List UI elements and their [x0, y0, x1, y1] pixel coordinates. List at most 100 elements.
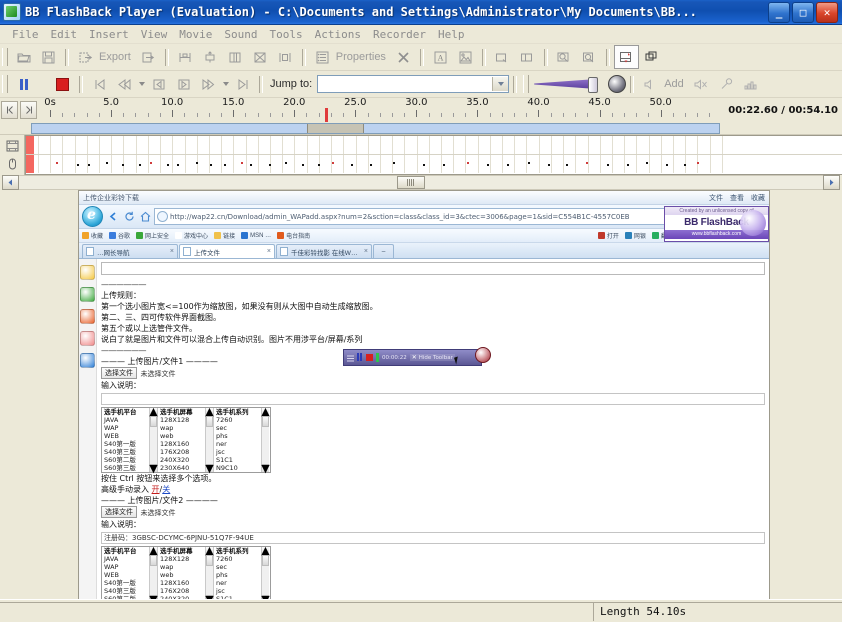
close-tab-icon[interactable]: × — [170, 248, 174, 255]
mouse-event-marker[interactable] — [56, 162, 58, 164]
scroll-down-icon[interactable]: ▼ — [262, 464, 269, 472]
stop-button[interactable] — [50, 72, 75, 96]
mouse-event-marker[interactable] — [139, 164, 141, 166]
chevron-down-icon[interactable] — [492, 77, 508, 91]
mouse-event-marker[interactable] — [697, 162, 699, 164]
scroll-left-button[interactable] — [2, 175, 19, 190]
mouse-event-marker[interactable] — [684, 164, 686, 166]
maximize-button[interactable]: □ — [792, 2, 814, 23]
target-icon[interactable] — [80, 331, 95, 346]
mouse-event-marker[interactable] — [150, 162, 152, 164]
send-button[interactable] — [136, 45, 161, 69]
toolbar-grip[interactable] — [523, 75, 529, 93]
properties-icon[interactable] — [310, 45, 335, 69]
weibo-icon[interactable] — [80, 309, 95, 324]
platform-list-1[interactable]: 选手机平台 JAVA WAP WEB S40第一版 S40第三版 S60第二版 … — [102, 408, 158, 472]
list-scrollbar[interactable]: ▲▼ — [261, 408, 269, 472]
mouse-event-marker[interactable] — [467, 162, 469, 164]
browser-tab[interactable]: …网长导航× — [82, 244, 178, 258]
pause-button[interactable] — [11, 72, 36, 96]
scroll-up-icon[interactable]: ▲ — [262, 408, 269, 416]
export-label[interactable]: Export — [98, 51, 136, 63]
toolbar-grip[interactable] — [2, 75, 8, 93]
toolbar-grip[interactable] — [2, 48, 8, 66]
pause-icon[interactable] — [357, 351, 363, 364]
mouse-event-marker[interactable] — [250, 164, 252, 166]
mouse-event-marker[interactable] — [627, 164, 629, 166]
recorded-screenshot[interactable]: 上传企业彩铃下载 文件 查看 收藏 — [78, 190, 770, 599]
favorite-item[interactable]: MSN … — [241, 232, 271, 239]
address-bar[interactable]: http://wap22.cn/Download/admin_WAPadd.as… — [154, 208, 712, 225]
list-scrollbar[interactable]: ▲▼ — [205, 547, 213, 599]
export-icon[interactable] — [73, 45, 98, 69]
windows-button[interactable] — [639, 45, 664, 69]
zoom-pan-button[interactable] — [552, 45, 577, 69]
clock-icon[interactable] — [80, 287, 95, 302]
series-list-2[interactable]: 选手机系列 7260 sec phs ner jsc S1C1 ▲▼ — [214, 547, 269, 599]
list-scrollbar[interactable]: ▲▼ — [261, 547, 269, 599]
mouse-event-marker[interactable] — [241, 162, 243, 164]
levels-button[interactable] — [739, 72, 764, 96]
scroll-right-button[interactable] — [823, 175, 840, 190]
mouse-event-marker[interactable] — [507, 164, 509, 166]
new-tab-button[interactable]: – — [373, 244, 394, 258]
menu-item-movie[interactable]: Movie — [173, 27, 218, 42]
menu-item-view[interactable]: View — [135, 27, 174, 42]
mouse-event-marker[interactable] — [122, 164, 124, 166]
star-icon[interactable] — [80, 265, 95, 280]
close-tab-icon[interactable]: × — [267, 248, 271, 255]
platform-list-2[interactable]: 选手机平台 JAVA WAP WEB S40第一版 S40第三版 S60第二版 … — [102, 547, 158, 599]
scroll-up-icon[interactable]: ▲ — [206, 547, 213, 555]
series-list-1[interactable]: 选手机系列 7260 sec phs ner jsc S1C1 N9C10 ▲▼ — [214, 408, 269, 472]
next-marker-dropdown-icon[interactable] — [221, 82, 230, 86]
scroll-thumb[interactable] — [262, 555, 269, 566]
mouse-event-marker[interactable] — [586, 162, 588, 164]
menu-item-help[interactable]: Help — [432, 27, 471, 42]
back-button[interactable] — [106, 209, 121, 224]
toolbar-plugin-item[interactable]: 打开 — [598, 231, 619, 240]
mouse-event-marker[interactable] — [88, 164, 90, 166]
mouse-event-marker[interactable] — [566, 164, 568, 166]
favorite-item[interactable]: 电台指南 — [277, 231, 310, 240]
mouse-event-marker[interactable] — [393, 162, 395, 164]
magnify-button[interactable] — [577, 45, 602, 69]
track-lanes[interactable] — [25, 135, 842, 175]
mouse-event-marker[interactable] — [666, 164, 668, 166]
next-marker-button[interactable] — [196, 72, 221, 96]
scroll-thumb[interactable] — [150, 416, 157, 427]
mouse-event-marker[interactable] — [646, 162, 648, 164]
browser-menu-view[interactable]: 查看 — [730, 193, 744, 203]
delete-region-button[interactable] — [248, 45, 273, 69]
timeline-seek-bar[interactable] — [31, 123, 720, 134]
scrollbar-track[interactable] — [19, 175, 823, 190]
favorite-item[interactable]: 网上安全 — [136, 231, 169, 240]
horizontal-scrollbar[interactable] — [0, 175, 842, 190]
mouse-event-marker[interactable] — [285, 162, 287, 164]
scroll-down-icon[interactable]: ▼ — [262, 595, 269, 599]
browser-menu-favorites[interactable]: 收藏 — [751, 193, 765, 203]
platform-selector-1[interactable]: 选手机平台 JAVA WAP WEB S40第一版 S40第三版 S60第二版 … — [101, 407, 271, 473]
selection-tool-button[interactable] — [614, 45, 639, 69]
toolbar-plugin-item[interactable]: 网银 — [625, 231, 646, 240]
jump-to-input[interactable] — [317, 75, 509, 93]
advanced-off-link[interactable]: 关 — [162, 485, 170, 494]
trim-button[interactable] — [273, 45, 298, 69]
browser-tab[interactable]: 上传文件× — [179, 244, 275, 258]
mouse-event-marker[interactable] — [210, 164, 212, 166]
image-annotation-button[interactable] — [453, 45, 478, 69]
seek-thumb[interactable] — [307, 124, 364, 133]
menu-item-actions[interactable]: Actions — [309, 27, 367, 42]
highlight-button[interactable] — [490, 45, 515, 69]
marker-icon[interactable] — [376, 353, 379, 362]
browser-tab[interactable]: 千佳彩铃找影 在线W…× — [276, 244, 372, 258]
advanced-on-link[interactable]: 开 — [152, 485, 160, 494]
home-button[interactable] — [138, 209, 153, 224]
microphone-button[interactable] — [714, 72, 739, 96]
properties-label[interactable]: Properties — [335, 51, 391, 63]
mouse-event-marker[interactable] — [370, 164, 372, 166]
recorder-overlay-orb-icon[interactable] — [475, 347, 491, 363]
close-icon[interactable]: ✕ — [412, 354, 417, 361]
mouse-event-marker[interactable] — [607, 164, 609, 166]
favorite-item[interactable]: 谷歌 — [109, 231, 130, 240]
minimize-button[interactable]: _ — [768, 2, 790, 23]
